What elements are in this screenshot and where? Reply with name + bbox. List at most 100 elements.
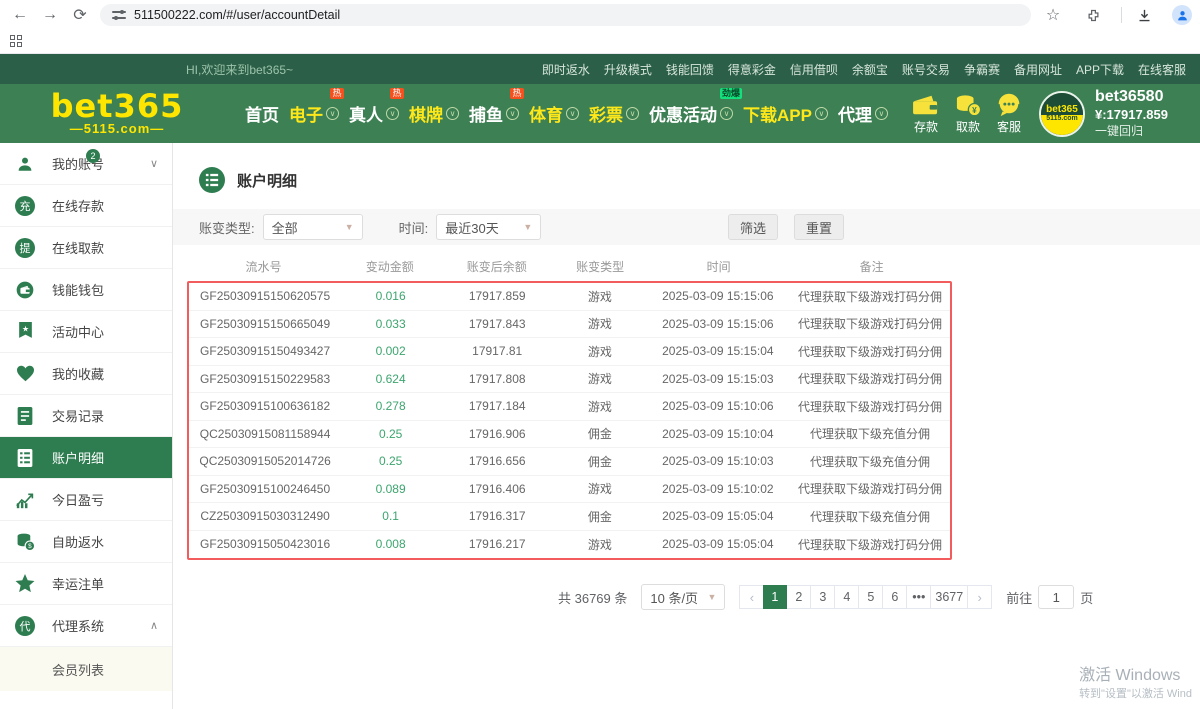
goto-label: 前往 xyxy=(1006,588,1032,607)
top-link[interactable]: 争霸赛 xyxy=(964,61,1000,78)
sidebar-item-self-rebate[interactable]: $ 自助返水 xyxy=(0,521,172,563)
top-link[interactable]: APP下载 xyxy=(1076,61,1124,78)
url-text[interactable]: 511500222.com/#/user/accountDetail xyxy=(134,8,340,22)
reset-button[interactable]: 重置 xyxy=(794,214,844,240)
screen: ← → ⟳ 511500222.com/#/user/accountDetail… xyxy=(0,0,1200,709)
top-strip: HI,欢迎来到bet365~ 即时返水 升级模式 钱能回馈 得意彩金 信用借呗 … xyxy=(0,54,1200,84)
sidebar-item-account-detail[interactable]: 账户明细 xyxy=(0,437,172,479)
page-button[interactable]: 4 xyxy=(835,585,859,609)
nav-promotions[interactable]: 劲爆 优惠活动 ∨ xyxy=(646,101,736,126)
total-count: 共 36769 条 xyxy=(558,588,627,607)
top-link[interactable]: 账号交易 xyxy=(902,61,950,78)
username: bet36580 xyxy=(1095,88,1168,106)
customer-service-button[interactable]: 客服 xyxy=(995,93,1023,135)
site-logo[interactable]: bet365 —5115.com— xyxy=(42,91,192,136)
top-links: 即时返水 升级模式 钱能回馈 得意彩金 信用借呗 余额宝 账号交易 争霸赛 备用… xyxy=(542,61,1186,78)
chevron-down-icon: ∨ xyxy=(875,107,888,120)
reload-icon[interactable]: ⟳ xyxy=(68,3,92,27)
sidebar-item-agent-system[interactable]: 代 代理系统 ∧ xyxy=(0,605,172,647)
top-link[interactable]: 备用网址 xyxy=(1014,61,1062,78)
table-row: GF250309151502295830.62417917.808游戏2025-… xyxy=(189,366,950,394)
chevron-down-icon: ∨ xyxy=(815,107,828,120)
chevron-up-icon: ∧ xyxy=(150,619,158,632)
sidebar-item-online-withdraw[interactable]: 提 在线取款 xyxy=(0,227,172,269)
top-link[interactable]: 在线客服 xyxy=(1138,61,1186,78)
table-row: GF250309151002464500.08917916.406游戏2025-… xyxy=(189,476,950,504)
goto-suffix: 页 xyxy=(1080,588,1093,607)
nav-slots[interactable]: 热 电子 ∨ xyxy=(286,101,342,126)
site-info-icon[interactable] xyxy=(112,9,126,21)
download-icon[interactable] xyxy=(1132,3,1156,27)
sidebar-item-wallet[interactable]: 钱能钱包 xyxy=(0,269,172,311)
top-link[interactable]: 即时返水 xyxy=(542,61,590,78)
nav-agent[interactable]: 代理 ∨ xyxy=(835,101,891,126)
top-link[interactable]: 得意彩金 xyxy=(728,61,776,78)
next-page-button[interactable]: › xyxy=(968,585,992,609)
profile-avatar-icon[interactable] xyxy=(1172,5,1192,25)
sidebar-item-my-account[interactable]: 我的账号 2 ∨ xyxy=(0,143,172,185)
sidebar-subitem-member-list[interactable]: 会员列表 xyxy=(0,647,172,691)
sidebar-item-today-profit[interactable]: 今日盈亏 xyxy=(0,479,172,521)
goto-page-input[interactable] xyxy=(1038,585,1074,609)
page-ellipsis[interactable]: ••• xyxy=(907,585,931,609)
bookmark-star-icon[interactable]: ☆ xyxy=(1041,3,1065,27)
page-button[interactable]: 6 xyxy=(883,585,907,609)
type-filter-select[interactable]: 全部 ▼ xyxy=(263,214,363,240)
award-icon: ★ xyxy=(14,321,36,343)
hot-badge: 热 xyxy=(330,88,344,99)
one-key-return-link[interactable]: 一键回归 xyxy=(1095,123,1168,139)
forward-icon[interactable]: → xyxy=(38,3,62,27)
page-button[interactable]: 2 xyxy=(787,585,811,609)
headset-chat-icon xyxy=(995,93,1023,117)
sidebar-item-lucky-bets[interactable]: 幸运注单 xyxy=(0,563,172,605)
page-button[interactable]: 5 xyxy=(859,585,883,609)
nav-live[interactable]: 热 真人 ∨ xyxy=(346,101,402,126)
page-button[interactable]: 3 xyxy=(811,585,835,609)
nav-chess[interactable]: 棋牌 ∨ xyxy=(406,101,462,126)
time-filter-select[interactable]: 最近30天 ▼ xyxy=(436,214,541,240)
sidebar-item-favorites[interactable]: 我的收藏 xyxy=(0,353,172,395)
sidebar: 我的账号 2 ∨ 充 在线存款 提 在线取款 钱能钱包 ★ xyxy=(0,143,173,709)
chevron-down-icon: ∨ xyxy=(386,107,399,120)
table-row: GF250309151006361820.27817917.184游戏2025-… xyxy=(189,393,950,421)
chevron-down-icon: ∨ xyxy=(626,107,639,120)
top-link[interactable]: 钱能回馈 xyxy=(666,61,714,78)
star-icon xyxy=(14,573,36,595)
header-actions: 存款 ¥ 取款 xyxy=(911,93,1023,135)
back-icon[interactable]: ← xyxy=(8,3,32,27)
page-button[interactable]: 3677 xyxy=(931,585,968,609)
coins-icon: $ xyxy=(14,531,36,553)
per-page-select[interactable]: 10 条/页 ▼ xyxy=(641,584,725,610)
extensions-icon[interactable] xyxy=(1081,3,1105,27)
table-icon xyxy=(14,447,36,469)
site-badge-logo[interactable]: bet365 5115.com xyxy=(1039,91,1085,137)
nav-home[interactable]: 首页 xyxy=(242,101,282,126)
deposit-icon: 充 xyxy=(14,195,36,217)
nav-download-app[interactable]: 下载APP ∨ xyxy=(740,101,831,126)
agent-icon: 代 xyxy=(14,615,36,637)
time-filter-label: 时间: xyxy=(399,218,429,237)
nav-sports[interactable]: 体育 ∨ xyxy=(526,101,582,126)
coins-icon: ¥ xyxy=(953,93,983,117)
apps-grid-icon[interactable] xyxy=(10,35,23,48)
nav-fishing[interactable]: 热 捕鱼 ∨ xyxy=(466,101,522,126)
sidebar-item-transaction-records[interactable]: 交易记录 xyxy=(0,395,172,437)
svg-text:★: ★ xyxy=(21,325,28,334)
deposit-button[interactable]: 存款 xyxy=(911,93,941,135)
page-button[interactable]: 1 xyxy=(763,585,787,609)
nav-lottery[interactable]: 彩票 ∨ xyxy=(586,101,642,126)
sidebar-item-activity-center[interactable]: ★ 活动中心 xyxy=(0,311,172,353)
top-link[interactable]: 信用借呗 xyxy=(790,61,838,78)
table-header-row: 流水号 变动金额 账变后余额 账变类型 时间 备注 xyxy=(187,251,952,281)
withdraw-button[interactable]: ¥ 取款 xyxy=(953,93,983,135)
browser-toolbar: ← → ⟳ 511500222.com/#/user/accountDetail… xyxy=(0,0,1200,30)
filter-button[interactable]: 筛选 xyxy=(728,214,778,240)
chevron-down-icon: ▼ xyxy=(345,222,354,232)
browser-second-row xyxy=(0,30,1200,54)
chevron-down-icon: ∨ xyxy=(720,107,733,120)
top-link[interactable]: 升级模式 xyxy=(604,61,652,78)
top-link[interactable]: 余额宝 xyxy=(852,61,888,78)
sidebar-item-online-deposit[interactable]: 充 在线存款 xyxy=(0,185,172,227)
prev-page-button[interactable]: ‹ xyxy=(739,585,763,609)
address-bar[interactable]: 511500222.com/#/user/accountDetail xyxy=(100,4,1031,26)
